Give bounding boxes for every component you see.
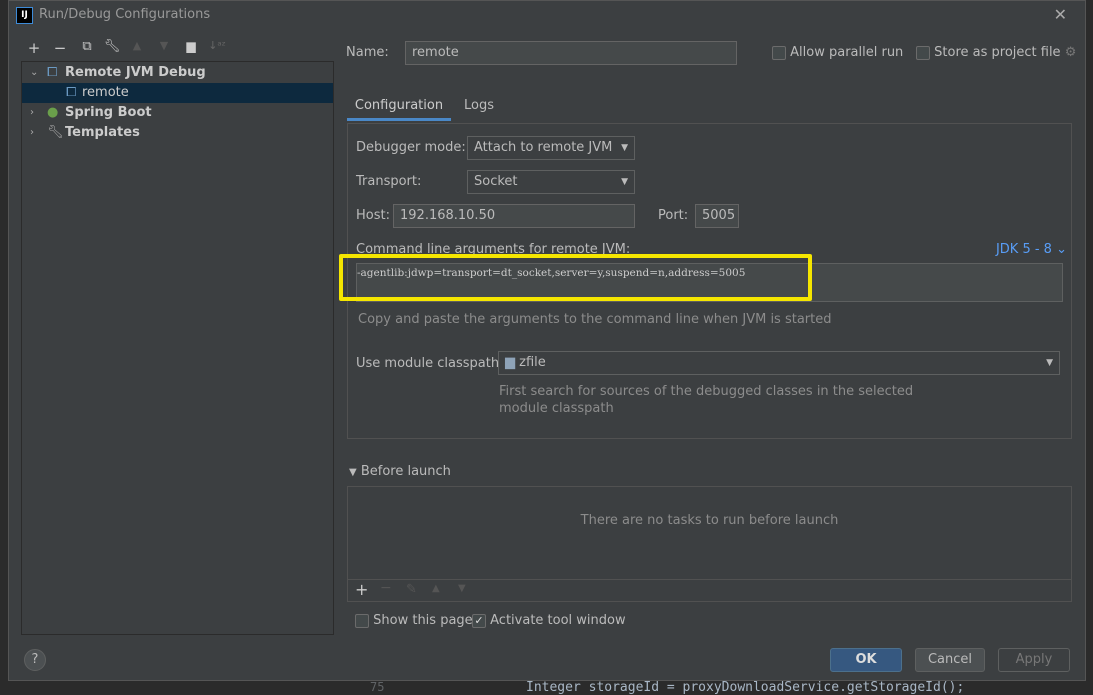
checkbox-label: Activate tool window — [490, 613, 626, 628]
caret-down-icon: ▼ — [621, 143, 628, 153]
tree-label: Remote JVM Debug — [65, 65, 206, 80]
transport-label: Transport: — [356, 174, 422, 189]
select-value: Socket — [474, 174, 518, 189]
line-number: 75 — [370, 680, 385, 694]
arrow-up-icon: ▲ — [132, 39, 142, 52]
caret-down-icon: ▼ — [349, 467, 357, 478]
tab-logs[interactable]: Logs — [457, 89, 501, 121]
link-text: JDK 5 - 8 — [995, 242, 1052, 257]
sort-az-icon: ↓ᵃᶻ — [208, 39, 226, 52]
before-launch-toggle[interactable]: ▼ Before launch — [349, 464, 451, 479]
classpath-label: Use module classpath: — [356, 356, 504, 371]
debugger-mode-select[interactable]: Attach to remote JVM ▼ — [467, 136, 635, 160]
show-page-checkbox[interactable]: Show this page — [355, 613, 473, 628]
code-line: Integer storageId = proxyDownloadService… — [526, 680, 965, 695]
tree-label: Templates — [65, 125, 140, 140]
checkbox[interactable] — [916, 45, 930, 60]
app-logo-icon: IJ — [16, 7, 33, 24]
chevron-right-icon[interactable]: › — [30, 103, 34, 123]
checkbox[interactable] — [355, 613, 369, 628]
before-launch-panel: There are no tasks to run before launch … — [347, 486, 1072, 602]
remote-debug-icon: ⧠ — [47, 65, 58, 80]
checkbox[interactable] — [772, 45, 786, 60]
wrench-icon[interactable]: 🔧︎ — [102, 39, 122, 54]
tree-label: Spring Boot — [65, 105, 152, 120]
arrow-down-icon: ▼ — [159, 39, 169, 52]
plus-icon[interactable]: + — [24, 39, 44, 57]
highlight-box — [339, 254, 812, 301]
caret-down-icon: ▼ — [621, 177, 628, 187]
name-label: Name: — [346, 45, 389, 60]
activate-tool-checkbox[interactable]: ✓ Activate tool window — [472, 613, 626, 628]
arrow-down-icon: ▼ — [458, 583, 466, 594]
wrench-icon: 🔧︎ — [47, 125, 64, 140]
tree-item-templates[interactable]: › 🔧︎ Templates — [22, 123, 333, 143]
chevron-down-icon: ⌄ — [1056, 242, 1067, 257]
copy-icon[interactable]: ⧉ — [77, 39, 97, 54]
minus-icon: − — [380, 580, 392, 596]
checkbox-label: Show this page — [373, 613, 473, 628]
empty-tasks-text: There are no tasks to run before launch — [580, 513, 839, 528]
debugger-mode-label: Debugger mode: — [356, 140, 466, 155]
port-input[interactable]: 5005 — [695, 204, 739, 228]
plus-icon[interactable]: + — [355, 580, 368, 599]
checkbox-checked[interactable]: ✓ — [472, 613, 486, 628]
classpath-hint: module classpath — [499, 401, 614, 416]
window-title: Run/Debug Configurations — [39, 7, 211, 22]
section-title: Before launch — [360, 464, 451, 479]
tree-item-remote[interactable]: ⧠ remote — [22, 83, 333, 103]
configuration-panel: Debugger mode: Attach to remote JVM ▼ Tra… — [339, 123, 1072, 439]
minus-icon[interactable]: − — [50, 39, 70, 57]
help-button[interactable]: ? — [24, 649, 46, 671]
tree-item-spring-boot[interactable]: › ● Spring Boot — [22, 103, 333, 123]
tab-configuration[interactable]: Configuration — [347, 89, 451, 121]
port-label: Port: — [658, 208, 689, 223]
ok-button[interactable]: OK — [830, 648, 902, 672]
cmd-args-hint: Copy and paste the arguments to the comm… — [358, 312, 832, 327]
run-debug-dialog: IJ Run/Debug Configurations ✕ + − ⧉ 🔧︎ ▲… — [8, 0, 1086, 681]
allow-parallel-checkbox[interactable]: Allow parallel run — [772, 45, 903, 60]
chevron-right-icon[interactable]: › — [30, 123, 34, 143]
name-input[interactable]: remote — [405, 41, 737, 65]
config-tree: ⌄ ⧠ Remote JVM Debug ⧠ remote › ● Spring… — [21, 61, 334, 635]
gear-icon[interactable]: ⚙ — [1065, 45, 1077, 60]
chevron-down-icon[interactable]: ⌄ — [30, 63, 38, 83]
classpath-select[interactable]: ▆ zfile ▼ — [498, 351, 1060, 375]
tree-item-remote-jvm-debug[interactable]: ⌄ ⧠ Remote JVM Debug — [22, 63, 333, 83]
new-folder-icon[interactable]: ▆ — [181, 39, 201, 53]
classpath-hint: First search for sources of the debugged… — [499, 384, 914, 399]
jdk-version-link[interactable]: JDK 5 - 8 ⌄ — [996, 242, 1067, 257]
apply-button: Apply — [998, 648, 1070, 672]
checkbox-label: Store as project file — [934, 45, 1061, 60]
store-project-checkbox[interactable]: Store as project file ⚙ — [916, 45, 1076, 60]
select-value: Attach to remote JVM — [474, 140, 613, 155]
pencil-icon: ✎ — [406, 582, 417, 597]
close-icon[interactable]: ✕ — [1054, 5, 1067, 24]
host-input[interactable]: 192.168.10.50 — [393, 204, 635, 228]
select-value: zfile — [519, 355, 546, 370]
folder-icon: ▆ — [505, 355, 515, 370]
caret-down-icon: ▼ — [1046, 358, 1053, 368]
spring-boot-icon: ● — [47, 105, 59, 120]
arrow-up-icon: ▲ — [432, 583, 440, 594]
tree-label: remote — [82, 85, 129, 100]
remote-debug-icon: ⧠ — [66, 85, 77, 100]
host-label: Host: — [356, 208, 390, 223]
cancel-button[interactable]: Cancel — [915, 648, 985, 672]
checkbox-label: Allow parallel run — [790, 45, 904, 60]
transport-select[interactable]: Socket ▼ — [467, 170, 635, 194]
